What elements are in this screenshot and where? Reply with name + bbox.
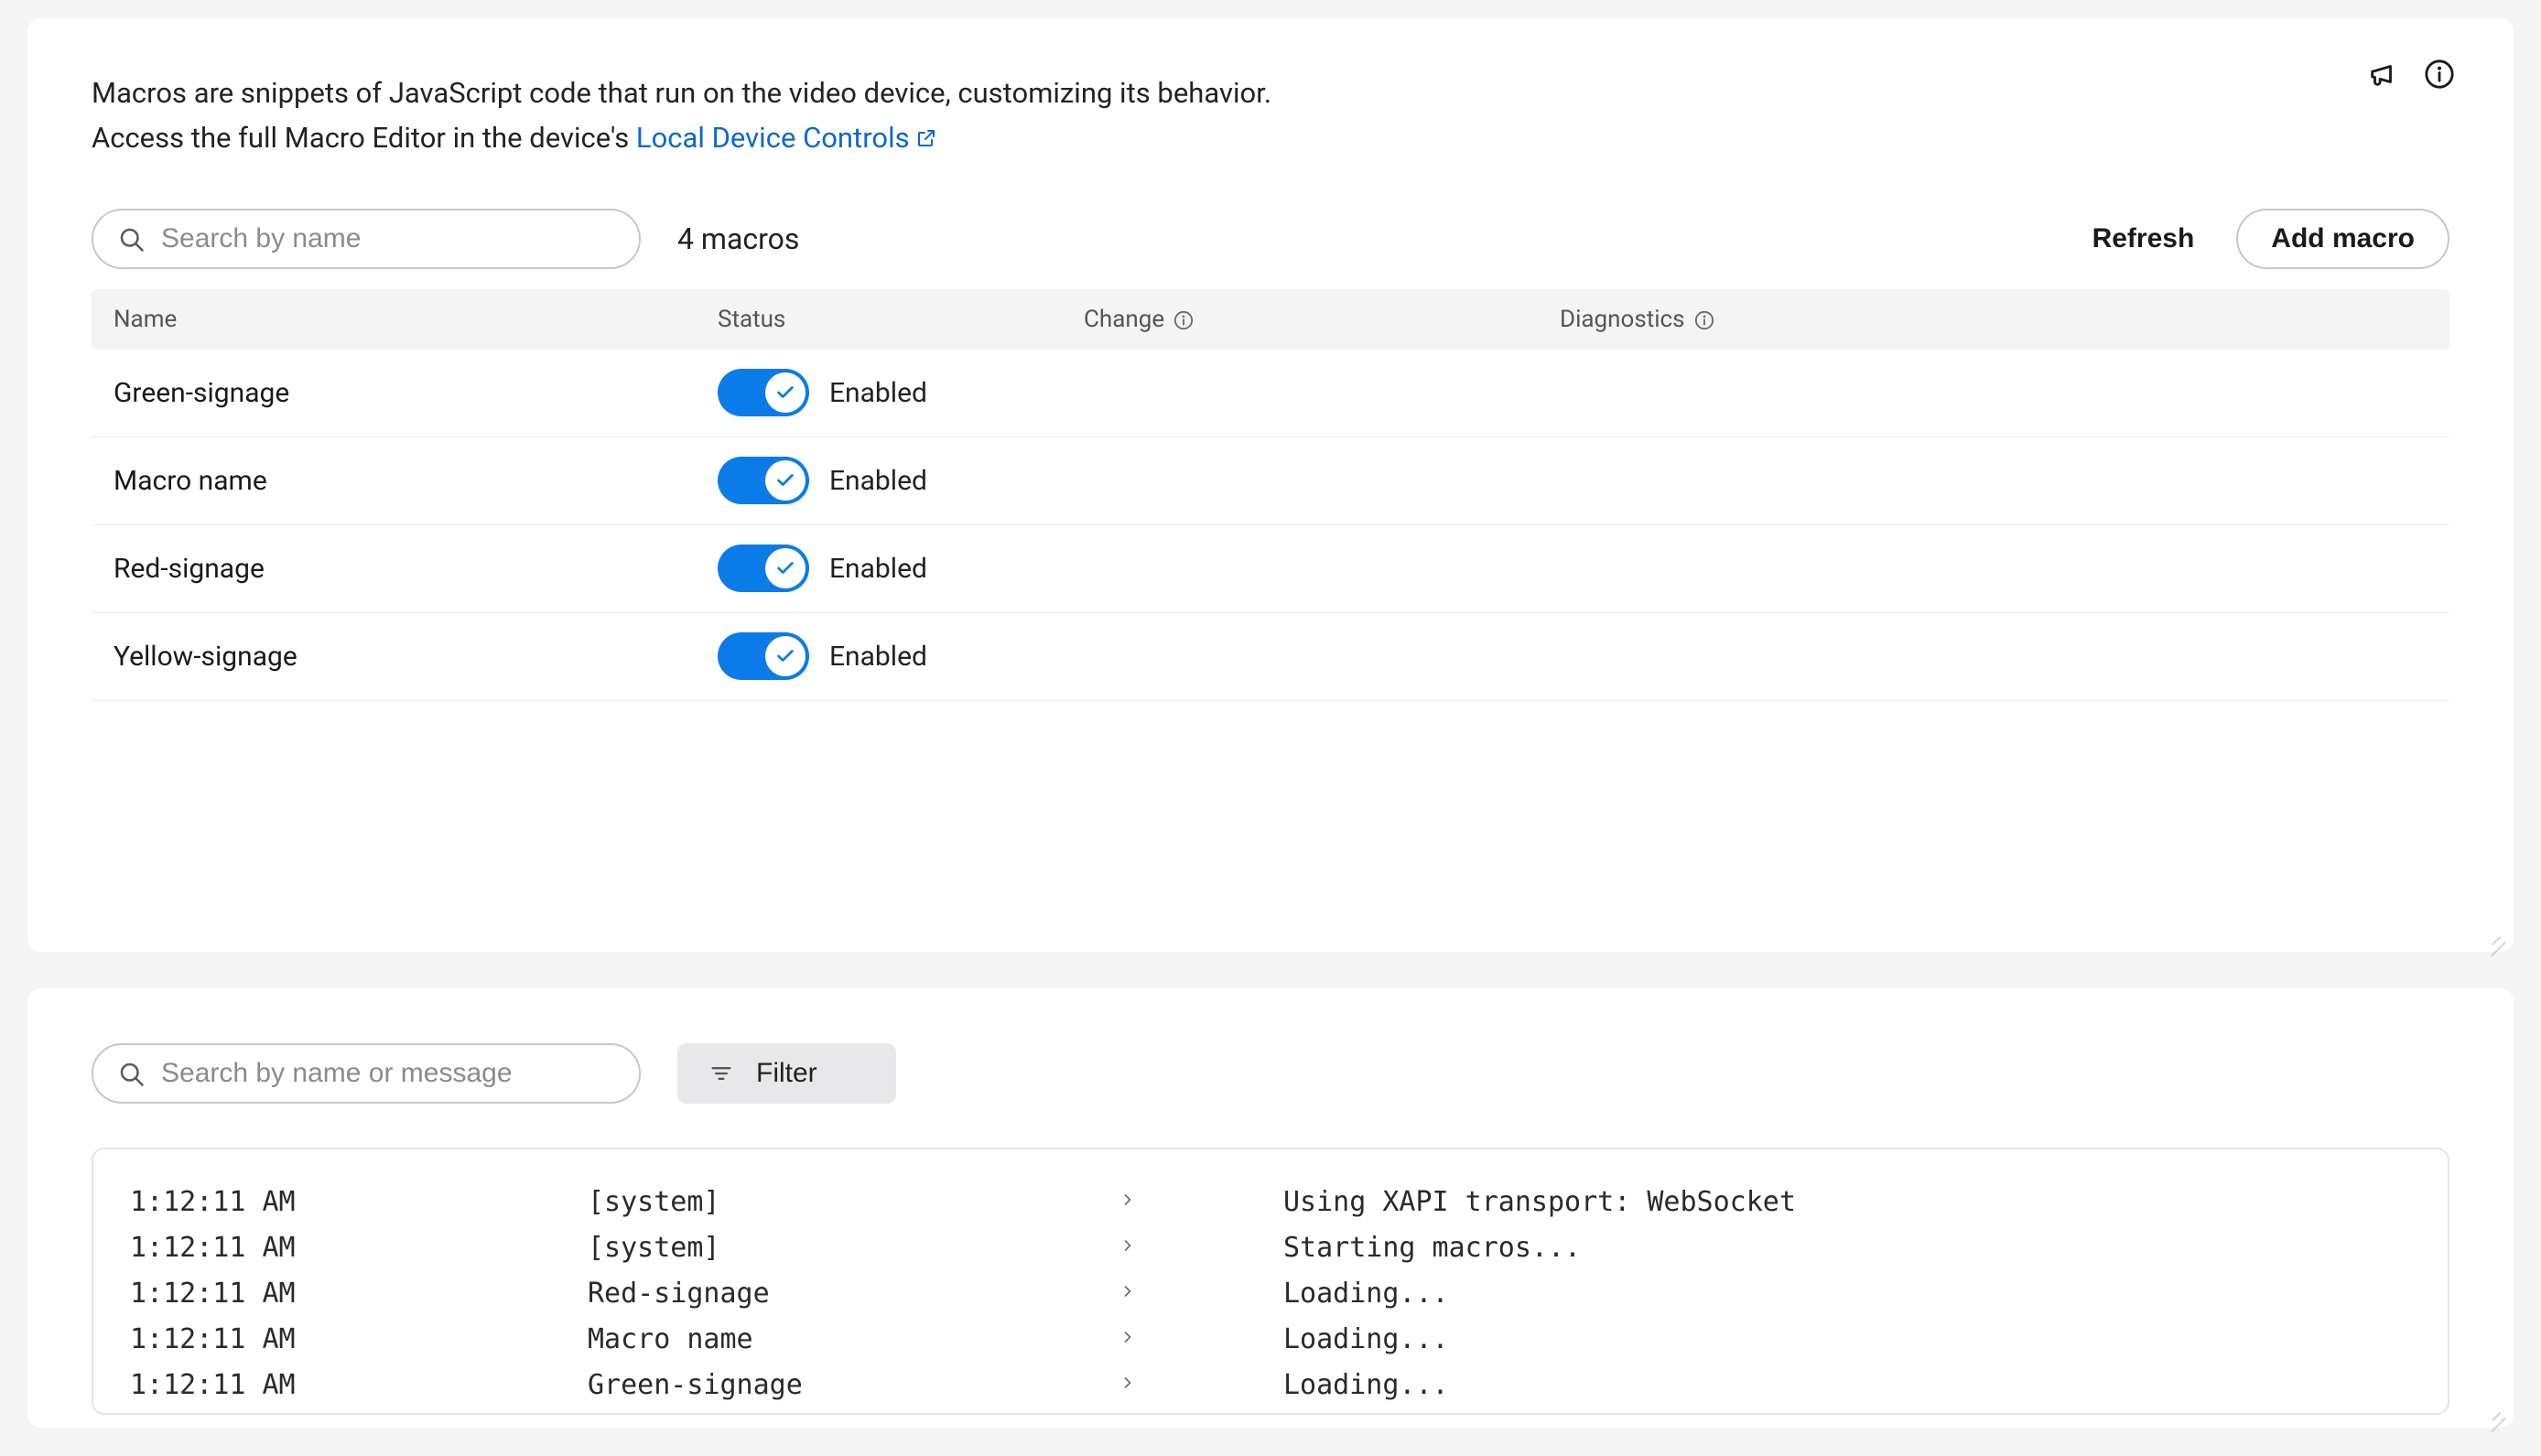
intro-text: Macros are snippets of JavaScript code t… (92, 73, 1556, 159)
filter-icon (708, 1061, 734, 1086)
macro-name: Macro name (114, 465, 718, 497)
chevron-right-icon (1119, 1325, 1265, 1353)
enable-toggle[interactable] (718, 545, 809, 592)
macro-name: Yellow-signage (114, 641, 718, 673)
col-name: Name (114, 306, 718, 333)
log-time: 1:12:11 AM (130, 1278, 569, 1310)
log-message: Loading... (1283, 1323, 2411, 1355)
intro-line2: Access the full Macro Editor in the devi… (92, 118, 1556, 159)
status-text: Enabled (829, 553, 927, 585)
log-time: 1:12:11 AM (130, 1186, 569, 1218)
table-row[interactable]: Green-signage Enabled (92, 350, 2449, 437)
check-icon (775, 646, 795, 666)
status-text: Enabled (829, 465, 927, 497)
macro-count: 4 macros (677, 221, 799, 256)
info-icon[interactable] (1694, 309, 1714, 329)
info-icon[interactable] (1173, 309, 1194, 329)
log-source: [system] (588, 1186, 1100, 1218)
table-row[interactable]: Macro name Enabled (92, 437, 2449, 525)
search-wrapper[interactable] (92, 209, 641, 269)
filter-button[interactable]: Filter (677, 1043, 896, 1104)
check-icon (775, 558, 795, 578)
log-message: Starting macros... (1283, 1232, 2411, 1264)
resize-handle[interactable] (2482, 1397, 2508, 1422)
macro-name: Green-signage (114, 377, 718, 409)
add-macro-button[interactable]: Add macro (2236, 209, 2449, 269)
log-time: 1:12:11 AM (130, 1369, 569, 1401)
log-time: 1:12:11 AM (130, 1232, 569, 1264)
macros-panel: Macros are snippets of JavaScript code t… (27, 18, 2514, 952)
log-row: 1:12:11 AM [system] Using XAPI transport… (130, 1179, 2411, 1224)
log-row: 1:12:11 AM Macro name Loading... (130, 1316, 2411, 1362)
table-row[interactable]: Yellow-signage Enabled (92, 613, 2449, 701)
local-device-controls-link[interactable]: Local Device Controls (636, 121, 937, 155)
log-row: 1:12:11 AM [system] Starting macros... (130, 1224, 2411, 1270)
enable-toggle[interactable] (718, 457, 809, 504)
log-time: 1:12:11 AM (130, 1323, 569, 1355)
external-link-icon (915, 120, 937, 142)
log-row: 1:12:11 AM Green-signage Loading... (130, 1362, 2411, 1407)
log-source: [system] (588, 1232, 1100, 1264)
col-diagnostics: Diagnostics (1560, 306, 2427, 333)
info-icon[interactable] (2424, 59, 2455, 90)
log-source: Green-signage (588, 1369, 1100, 1401)
log-source: Macro name (588, 1323, 1100, 1355)
enable-toggle[interactable] (718, 369, 809, 416)
table-header: Name Status Change Diagnostics (92, 289, 2449, 350)
status-text: Enabled (829, 377, 927, 409)
col-status: Status (718, 306, 1084, 333)
log-message: Loading... (1283, 1278, 2411, 1310)
check-icon (775, 470, 795, 491)
announcements-icon[interactable] (2367, 59, 2398, 90)
chevron-right-icon (1119, 1234, 1265, 1261)
chevron-right-icon (1119, 1279, 1265, 1307)
intro-line1: Macros are snippets of JavaScript code t… (92, 73, 1556, 114)
check-icon (775, 383, 795, 403)
log-toolbar: Filter (92, 1043, 2449, 1104)
log-search-wrapper[interactable] (92, 1043, 641, 1104)
search-input[interactable] (161, 223, 615, 254)
macros-table: Name Status Change Diagnostics Green-sig… (92, 289, 2449, 701)
macro-name: Red-signage (114, 553, 718, 585)
log-panel: Filter 1:12:11 AM [system] Using XAPI tr… (27, 988, 2514, 1428)
search-icon (117, 1060, 145, 1087)
log-search-input[interactable] (161, 1058, 615, 1089)
chevron-right-icon (1119, 1371, 1265, 1398)
log-message: Using XAPI transport: WebSocket (1283, 1186, 2411, 1218)
status-text: Enabled (829, 641, 927, 673)
log-output: 1:12:11 AM [system] Using XAPI transport… (92, 1148, 2449, 1415)
refresh-button[interactable]: Refresh (2087, 216, 2200, 262)
col-change: Change (1084, 306, 1560, 333)
macros-toolbar: 4 macros Refresh Add macro (92, 209, 2449, 269)
chevron-right-icon (1119, 1188, 1265, 1215)
resize-handle[interactable] (2482, 921, 2508, 946)
log-message: Loading... (1283, 1369, 2411, 1401)
log-source: Red-signage (588, 1278, 1100, 1310)
enable-toggle[interactable] (718, 632, 809, 680)
search-icon (117, 225, 145, 253)
log-row: 1:12:11 AM Red-signage Loading... (130, 1270, 2411, 1316)
table-row[interactable]: Red-signage Enabled (92, 525, 2449, 613)
